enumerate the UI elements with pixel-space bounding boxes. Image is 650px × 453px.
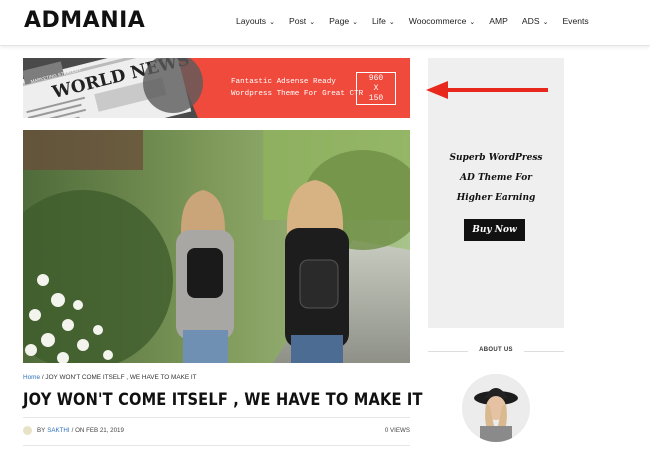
banner-headline: Fantastic Adsense Ready Wordpress Theme … [231, 76, 363, 100]
view-count: 0 VIEWS [384, 427, 410, 434]
sidebar-ad-line-2: AD Theme For [460, 173, 532, 183]
banner-size-x: X [373, 84, 379, 93]
sidebar-ad-text: Superb WordPress AD Theme For Higher Ear… [428, 148, 564, 208]
chevron-down-icon: ⌄ [469, 19, 476, 26]
author-link[interactable]: SAKTHI [47, 427, 69, 434]
breadcrumb: Home / JOY WON'T COME ITSELF , WE HAVE T… [23, 374, 197, 381]
nav-item-layouts[interactable]: Layouts ⌄ [236, 16, 275, 26]
nav-label: Page [329, 16, 350, 26]
nav-label: Post [288, 16, 307, 26]
nav-label: ADS [521, 16, 540, 26]
arrow-left-icon [426, 81, 548, 99]
about-title: ABOUT US [479, 347, 513, 353]
nav-item-ads[interactable]: ADS ⌄ [522, 16, 549, 26]
breadcrumb-home-link[interactable]: Home [23, 374, 40, 381]
by-label: BY [37, 427, 46, 434]
divider [23, 445, 410, 446]
banner-ad[interactable]: WORLD NEWS MARKETING STRATEGY Fantastic … [23, 58, 410, 118]
nav-item-page[interactable]: Page ⌄ [329, 16, 358, 26]
banner-size-width: 960 [368, 74, 384, 83]
banner-line-1: Fantastic Adsense Ready [231, 78, 336, 86]
nav-label: Life [372, 16, 386, 26]
divider [23, 417, 410, 418]
chevron-down-icon: ⌄ [388, 19, 395, 26]
site-logo[interactable]: ADMANIA [24, 8, 145, 33]
nav-item-life[interactable]: Life ⌄ [372, 16, 395, 26]
chevron-down-icon: ⌄ [352, 19, 359, 26]
nav-item-post[interactable]: Post ⌄ [289, 16, 315, 26]
chevron-down-icon: ⌄ [309, 19, 316, 26]
about-avatar [462, 374, 530, 442]
post-date: FEB 21, 2019 [86, 427, 124, 434]
nav-item-woocommerce[interactable]: Woocommerce ⌄ [409, 16, 476, 26]
about-section-heading: ABOUT US [428, 345, 564, 357]
sidebar-ad-line-1: Superb WordPress [449, 153, 543, 163]
nav-label: Layouts [236, 16, 267, 26]
nav-label: Events [562, 16, 589, 26]
site-header: ADMANIA Layouts ⌄ Post ⌄ Page ⌄ Life ⌄ Wooco… [0, 0, 650, 46]
newspaper-image: WORLD NEWS MARKETING STRATEGY [23, 58, 223, 118]
date-prefix: / ON [71, 427, 85, 434]
banner-size-box: 960 X 150 [356, 72, 396, 105]
banner-size-height: 150 [368, 94, 384, 103]
post-title[interactable]: JOY WON'T COME ITSELF , WE HAVE TO MAKE … [23, 390, 423, 410]
buy-now-button[interactable]: Buy Now [464, 219, 525, 241]
nav-item-amp[interactable]: AMP [489, 16, 508, 26]
author-avatar-icon [23, 426, 32, 435]
banner-line-2: Wordpress Theme For Great CTR [231, 90, 364, 98]
chevron-down-icon: ⌄ [269, 19, 275, 26]
chevron-down-icon: ⌄ [542, 19, 549, 26]
sidebar-ad-line-3: Higher Earning [456, 193, 536, 203]
post-meta: BY SAKTHI / ON FEB 21, 2019 0 VIEWS [23, 426, 410, 435]
featured-image[interactable] [23, 130, 410, 363]
nav-item-events[interactable]: Events [562, 16, 588, 26]
breadcrumb-current: JOY WON'T COME ITSELF , WE HAVE TO MAKE … [45, 374, 197, 381]
nav-label: AMP [489, 16, 508, 26]
nav-label: Woocommerce [408, 16, 467, 26]
main-nav: Layouts ⌄ Post ⌄ Page ⌄ Life ⌄ Woocommerce ⌄ … [236, 16, 603, 26]
divider [524, 351, 564, 352]
